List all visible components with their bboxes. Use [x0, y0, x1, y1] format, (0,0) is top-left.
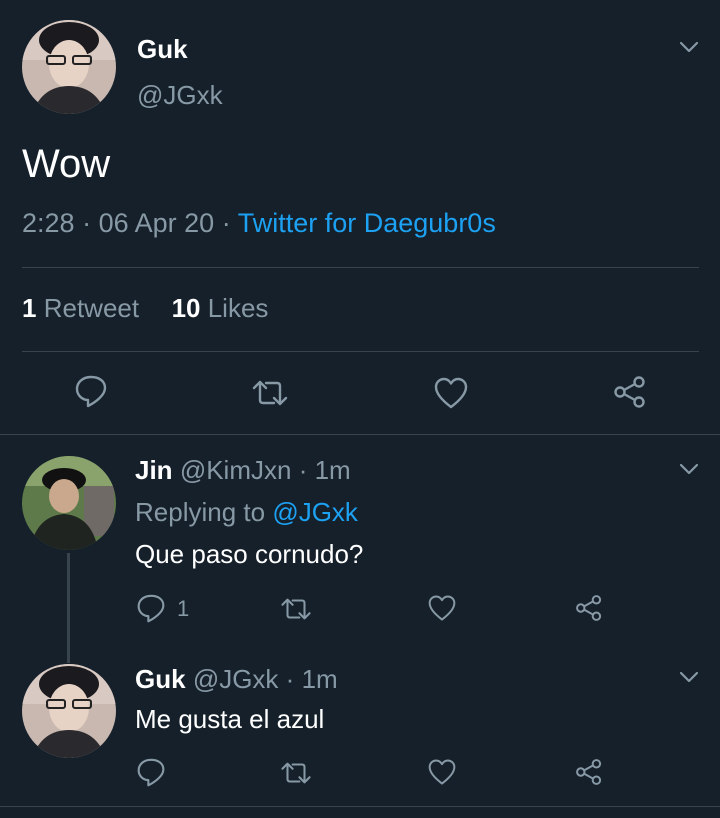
reply-author-handle[interactable]: @KimJxn [180, 455, 292, 485]
reply-header: Guk @JGxk · 1m [135, 664, 338, 695]
chevron-down-icon[interactable] [678, 36, 700, 58]
tweet-text: Wow [22, 142, 111, 186]
reply-author-name[interactable]: Jin [135, 455, 173, 485]
retweet-icon[interactable] [250, 378, 290, 408]
reply-author-handle[interactable]: @JGxk [193, 664, 279, 694]
retweets-link[interactable]: 1 Retweet [22, 293, 139, 323]
tweet-source-link[interactable]: Twitter for Daegubr0s [238, 208, 496, 238]
reply-avatar[interactable] [22, 456, 116, 550]
retweet-icon[interactable] [279, 596, 313, 622]
tweet-date: 06 Apr 20 [98, 208, 215, 238]
tweet-time: 2:28 [22, 208, 75, 238]
retweet-icon[interactable] [279, 760, 313, 786]
share-icon[interactable] [574, 758, 604, 786]
reply-count: 1 [177, 596, 190, 621]
engagement-stats: 1 Retweet 10 Likes [22, 293, 268, 324]
share-icon[interactable] [574, 594, 604, 622]
reply-icon[interactable] [74, 374, 108, 410]
replying-to-handle[interactable]: @JGxk [272, 497, 358, 527]
reply-text: Que paso cornudo? [135, 539, 364, 569]
chevron-down-icon[interactable] [678, 458, 700, 480]
divider [22, 351, 699, 352]
meta-dot: · [298, 455, 308, 485]
heart-icon[interactable] [427, 594, 457, 622]
reply-author-name[interactable]: Guk [135, 664, 186, 694]
heart-icon[interactable] [427, 758, 457, 786]
meta-dot: · [221, 208, 231, 238]
like-count: 10 [171, 293, 201, 323]
reply-avatar[interactable] [22, 664, 116, 758]
author-avatar[interactable] [22, 20, 116, 114]
share-icon[interactable] [612, 375, 648, 409]
replying-to: Replying to @JGxk [135, 497, 358, 528]
meta-dot: · [285, 664, 295, 694]
divider [22, 267, 699, 268]
tweet-meta: 2:28 · 06 Apr 20 · Twitter for Daegubr0s [22, 208, 496, 239]
tweet-detail-page: Guk @JGxk Wow 2:28 · 06 Apr 20 · Twitter… [0, 0, 720, 818]
meta-dot: · [82, 208, 92, 238]
divider [0, 434, 720, 435]
replying-to-label: Replying to [135, 497, 266, 527]
reply-text: Me gusta el azul [135, 704, 325, 734]
reply-time: 1m [301, 664, 338, 694]
reply-time: 1m [314, 455, 351, 485]
retweet-count: 1 [22, 293, 37, 323]
divider [0, 806, 720, 807]
retweet-label: Retweet [43, 293, 140, 323]
likes-link[interactable]: 10 Likes [172, 293, 269, 323]
chevron-down-icon[interactable] [678, 666, 700, 688]
heart-icon[interactable] [433, 376, 469, 410]
author-handle[interactable]: @JGxk [137, 80, 223, 111]
author-name[interactable]: Guk [137, 34, 188, 65]
reply-icon[interactable] [136, 757, 166, 789]
reply-icon[interactable] [136, 593, 166, 625]
reply-header: Jin @KimJxn · 1m [135, 455, 351, 486]
like-label: Likes [207, 293, 269, 323]
thread-connector [67, 553, 70, 663]
